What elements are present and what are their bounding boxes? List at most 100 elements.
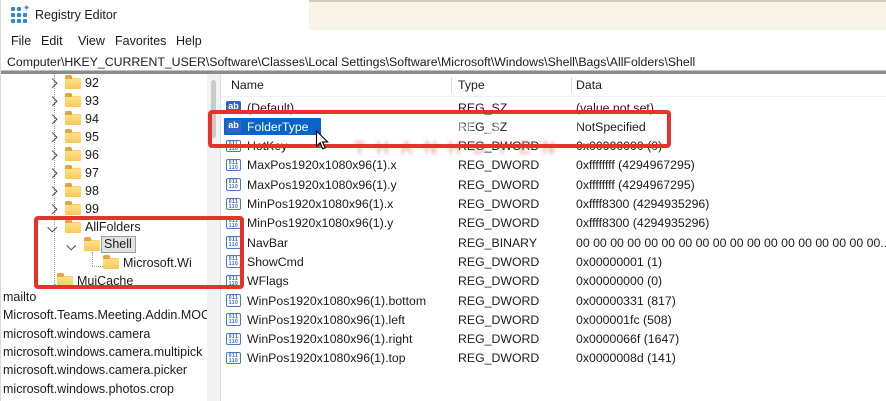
chevron-right-icon[interactable] bbox=[48, 115, 57, 124]
binary-icon-digits: 110 bbox=[227, 166, 240, 171]
chevron-right-icon[interactable] bbox=[48, 97, 57, 106]
registry-icon-square bbox=[17, 7, 21, 11]
name-cell: WinPos1920x1080x96(1).bottom bbox=[247, 294, 426, 308]
column-header-type[interactable]: Type bbox=[458, 78, 485, 92]
registry-icon-sparkle bbox=[23, 4, 30, 11]
reg-binary-icon: 011110 bbox=[226, 313, 241, 326]
value-row-showcmd[interactable]: 011110ShowCmdREG_DWORD0x00000001 (1) bbox=[221, 252, 886, 271]
tree-item-98[interactable]: 98 bbox=[1, 183, 207, 201]
folder-icon bbox=[65, 168, 81, 179]
watermark-band: PLANNING MEN bbox=[309, 0, 886, 30]
value-row-navbar[interactable]: 011110NavBarREG_BINARY00 00 00 00 00 00 … bbox=[221, 233, 886, 252]
tree-item-97[interactable]: 97 bbox=[1, 165, 207, 183]
binary-icon-digits: 110 bbox=[227, 320, 240, 325]
type-cell: REG_DWORD bbox=[458, 351, 539, 365]
type-cell: REG_DWORD bbox=[458, 255, 539, 269]
tree-item-93[interactable]: 93 bbox=[1, 93, 207, 111]
tree-item-microsoft-windows-camera-multipick[interactable]: microsoft.windows.camera.multipick bbox=[3, 345, 202, 359]
data-cell: 0xffffffff (4294967295) bbox=[576, 178, 695, 192]
registry-editor-window: Registry Editor PLANNING MEN File Edit Vie… bbox=[0, 0, 886, 401]
reg-binary-icon: 011110 bbox=[226, 178, 241, 191]
name-cell: MinPos1920x1080x96(1).x bbox=[247, 197, 393, 211]
chevron-right-icon[interactable] bbox=[48, 205, 57, 214]
value-row-maxpos1920x1080x96-1-y[interactable]: 011110MaxPos1920x1080x96(1).yREG_DWORD0x… bbox=[221, 175, 886, 194]
data-cell: 0xffff8300 (4294935296) bbox=[576, 197, 709, 211]
value-row-wflags[interactable]: 011110WFlagsREG_DWORD0x00000000 (0) bbox=[221, 272, 886, 291]
tree-item-label: 98 bbox=[85, 184, 99, 198]
value-row-winpos1920x1080x96-1-top[interactable]: 011110WinPos1920x1080x96(1).topREG_DWORD… bbox=[221, 349, 886, 368]
name-cell: MaxPos1920x1080x96(1).y bbox=[247, 178, 397, 192]
folder-icon bbox=[65, 132, 81, 143]
chevron-right-icon[interactable] bbox=[48, 187, 57, 196]
tree-item-microsoft-windows-photos-crop[interactable]: microsoft.windows.photos.crop bbox=[3, 382, 174, 396]
watermark-top-text: PLANNING MEN bbox=[349, 0, 549, 6]
title-bar: Registry Editor PLANNING MEN bbox=[1, 0, 886, 30]
tree-item-94[interactable]: 94 bbox=[1, 111, 207, 129]
name-cell: WinPos1920x1080x96(1).left bbox=[247, 313, 405, 327]
name-cell: MinPos1920x1080x96(1).y bbox=[247, 216, 393, 230]
value-row-winpos1920x1080x96-1-bottom[interactable]: 011110 WinPos1920x1080x96(1).bottom REG_DW… bbox=[221, 291, 886, 310]
value-row-winpos1920x1080x96-1-right[interactable]: 011110WinPos1920x1080x96(1).rightREG_DWO… bbox=[221, 330, 886, 349]
data-cell: 0x00000001 (1) bbox=[576, 255, 662, 269]
folder-icon bbox=[65, 204, 81, 215]
value-row-minpos1920x1080x96-1-y[interactable]: 011110MinPos1920x1080x96(1).yREG_DWORD0x… bbox=[221, 214, 886, 233]
tree-item-label: 92 bbox=[85, 76, 99, 90]
tree-item-microsoft-windows-camera[interactable]: microsoft.windows.camera bbox=[3, 327, 150, 341]
registry-icon-square bbox=[17, 13, 21, 17]
address-path[interactable]: Computer\HKEY_CURRENT_USER\Software\Clas… bbox=[7, 55, 695, 69]
tree-item-microsoft-windows-camera-picker[interactable]: microsoft.windows.camera.picker bbox=[3, 363, 187, 377]
folder-icon bbox=[65, 114, 81, 125]
type-cell: REG_DWORD bbox=[458, 197, 539, 211]
tree-item-96[interactable]: 96 bbox=[1, 147, 207, 165]
tree-item-mailto[interactable]: mailto bbox=[3, 290, 36, 304]
data-cell: 0x0000066f (1647) bbox=[576, 332, 679, 346]
name-cell: MaxPos1920x1080x96(1).x bbox=[247, 158, 397, 172]
tree-item-label: 95 bbox=[85, 130, 99, 144]
header-underline bbox=[221, 96, 886, 97]
type-cell: REG_DWORD bbox=[458, 158, 539, 172]
address-bar[interactable]: Computer\HKEY_CURRENT_USER\Software\Clas… bbox=[1, 52, 886, 71]
data-cell: 0x00000331 (817) bbox=[576, 294, 676, 308]
value-row-minpos1920x1080x96-1-x[interactable]: 011110MinPos1920x1080x96(1).xREG_DWORD0x… bbox=[221, 195, 886, 214]
binary-icon-digits: 110 bbox=[227, 340, 240, 345]
menu-help[interactable]: Help bbox=[176, 34, 202, 48]
tree-item-92[interactable]: 92 bbox=[1, 75, 207, 93]
tree-item-label: 99 bbox=[85, 202, 99, 216]
data-cell: 0x0000008d (141) bbox=[576, 351, 676, 365]
tree-item-95[interactable]: 95 bbox=[1, 129, 207, 147]
menu-file[interactable]: File bbox=[11, 34, 31, 48]
column-header-name[interactable]: Name bbox=[231, 78, 264, 92]
chevron-right-icon[interactable] bbox=[48, 151, 57, 160]
menu-edit[interactable]: Edit bbox=[41, 34, 63, 48]
chevron-right-icon[interactable] bbox=[48, 79, 57, 88]
tree-item-label: 96 bbox=[85, 148, 99, 162]
value-row-winpos1920x1080x96-1-left[interactable]: 011110 WinPos1920x1080x96(1).left REG_DWOR… bbox=[221, 310, 886, 329]
registry-editor-icon bbox=[11, 7, 27, 23]
highlight-box-foldertype bbox=[208, 110, 671, 148]
registry-icon-square bbox=[11, 13, 15, 17]
name-cell: WinPos1920x1080x96(1).right bbox=[247, 332, 412, 346]
registry-icon-square bbox=[17, 19, 21, 23]
data-cell: 0xffff8300 (4294935296) bbox=[576, 216, 709, 230]
type-cell: REG_DWORD bbox=[458, 332, 539, 346]
tree-item-microsoft-teams-meeting-addin-moc[interactable]: Microsoft.Teams.Meeting.Addin.MOC bbox=[3, 308, 207, 322]
type-cell: REG_DWORD bbox=[458, 313, 539, 327]
reg-binary-icon: 011110 bbox=[226, 294, 241, 307]
type-cell: REG_DWORD bbox=[458, 294, 539, 308]
binary-icon-digits: 110 bbox=[227, 301, 240, 306]
chevron-right-icon[interactable] bbox=[48, 169, 57, 178]
name-cell: ShowCmd bbox=[247, 255, 304, 269]
column-header-data[interactable]: Data bbox=[576, 78, 602, 92]
data-cell: 0x00000000 (0) bbox=[576, 274, 662, 288]
window-title: Registry Editor bbox=[35, 8, 117, 22]
menu-view[interactable]: View bbox=[78, 34, 105, 48]
registry-icon-square bbox=[23, 13, 27, 17]
name-cell: WinPos1920x1080x96(1).top bbox=[247, 351, 406, 365]
folder-icon bbox=[65, 186, 81, 197]
column-divider[interactable] bbox=[571, 77, 572, 93]
chevron-right-icon[interactable] bbox=[48, 133, 57, 142]
registry-icon-square bbox=[11, 19, 15, 23]
column-divider[interactable] bbox=[451, 77, 452, 93]
data-cell: 00 00 00 00 00 00 00 00 00 00 00 00 00 0… bbox=[576, 236, 886, 250]
menu-favorites[interactable]: Favorites bbox=[115, 34, 166, 48]
